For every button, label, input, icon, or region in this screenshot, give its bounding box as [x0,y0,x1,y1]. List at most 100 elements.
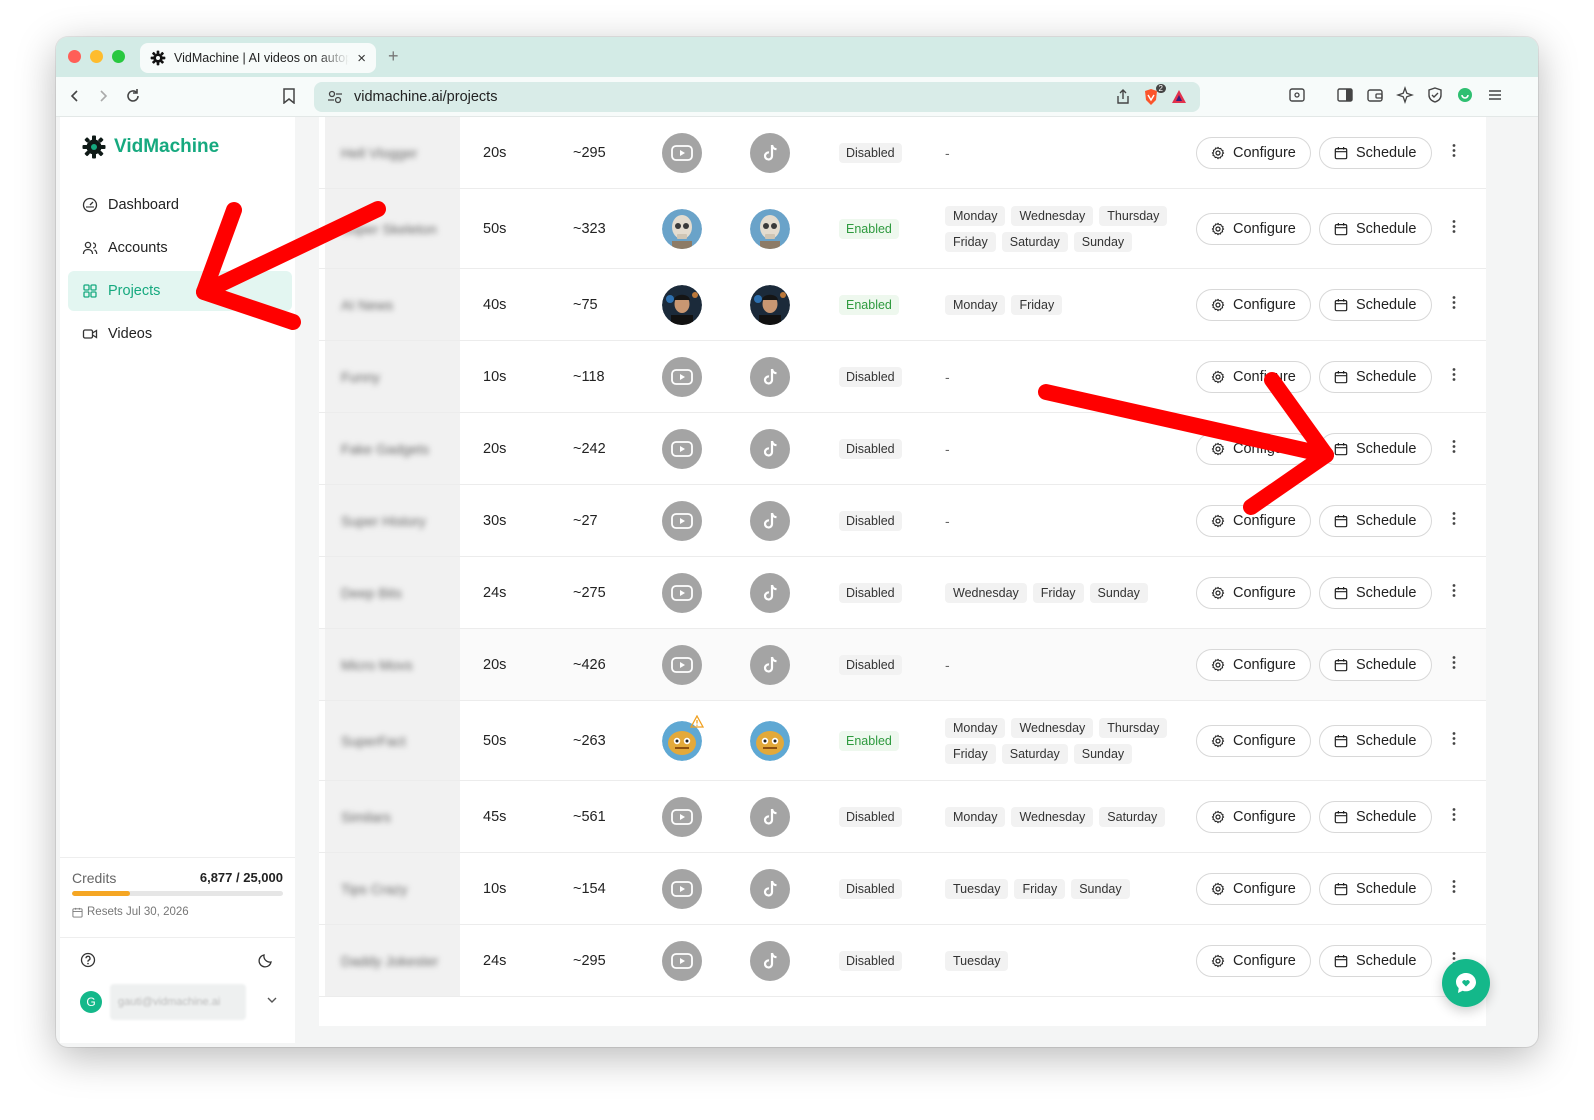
tiktok-icon[interactable] [750,644,790,685]
extension-icon[interactable] [1456,86,1474,109]
row-menu-button[interactable] [1452,511,1456,530]
tiktok-icon[interactable] [750,132,790,173]
configure-button[interactable]: Configure [1196,212,1311,245]
youtube-icon[interactable] [662,940,702,981]
row-menu-button[interactable] [1452,731,1456,750]
reload-icon[interactable] [122,85,144,107]
schedule-button[interactable]: Schedule [1319,576,1432,609]
share-icon[interactable] [1114,88,1132,106]
tiktok-icon[interactable] [750,796,790,837]
bookmark-icon[interactable] [278,85,300,107]
project-name-cell[interactable]: AI News [325,269,460,340]
configure-button[interactable]: Configure [1196,360,1311,393]
schedule-button[interactable]: Schedule [1319,360,1432,393]
tiktok-icon[interactable] [750,500,790,541]
back-icon[interactable] [64,85,86,107]
schedule-button[interactable]: Schedule [1319,432,1432,465]
row-menu-button[interactable] [1452,583,1456,602]
configure-button[interactable]: Configure [1196,136,1311,169]
brave-shields-icon[interactable]: 2 [1142,84,1166,106]
configure-button[interactable]: Configure [1196,288,1311,321]
row-menu-button[interactable] [1452,143,1456,162]
sidebar-item-projects[interactable]: Projects [68,271,292,311]
close-tab-icon[interactable]: × [357,50,366,67]
person-avatar[interactable] [750,284,790,325]
maximize-window-button[interactable] [112,50,125,63]
row-menu-button[interactable] [1452,439,1456,458]
project-name-cell[interactable]: Fake Gadgets [325,413,460,484]
configure-button[interactable]: Configure [1196,576,1311,609]
youtube-icon[interactable] [662,572,702,613]
sidebar-item-dashboard[interactable]: Dashboard [68,185,292,225]
reader-mode-icon[interactable] [1288,86,1306,109]
schedule-button[interactable]: Schedule [1319,212,1432,245]
person-avatar[interactable] [662,284,702,325]
configure-button[interactable]: Configure [1196,944,1311,977]
tiktok-icon[interactable] [750,868,790,909]
configure-button[interactable]: Configure [1196,504,1311,537]
youtube-icon[interactable] [662,868,702,909]
project-name-cell[interactable]: Hell Vlogger [325,117,460,188]
project-name-cell[interactable]: Super History [325,485,460,556]
schedule-button[interactable]: Schedule [1319,800,1432,833]
help-icon[interactable] [80,952,96,973]
youtube-icon[interactable] [662,132,702,173]
schedule-button[interactable]: Schedule [1319,136,1432,169]
configure-button[interactable]: Configure [1196,648,1311,681]
youtube-icon[interactable] [662,500,702,541]
mascot-avatar[interactable] [750,720,790,761]
configure-button[interactable]: Configure [1196,724,1311,757]
sidebar-item-accounts[interactable]: Accounts [68,228,292,268]
row-menu-button[interactable] [1452,879,1456,898]
youtube-icon[interactable] [662,796,702,837]
site-settings-icon[interactable] [326,88,344,106]
project-name-cell[interactable]: Funny [325,341,460,412]
tiktok-icon[interactable] [750,356,790,397]
row-menu-button[interactable] [1452,295,1456,314]
project-name-cell[interactable]: Tips Crazy [325,853,460,924]
brave-rewards-icon[interactable] [1170,88,1188,106]
configure-button[interactable]: Configure [1196,872,1311,905]
dark-mode-icon[interactable] [258,952,274,973]
sidebar-toggle-icon[interactable] [1336,86,1354,109]
schedule-button[interactable]: Schedule [1319,724,1432,757]
row-menu-button[interactable] [1452,807,1456,826]
forward-icon[interactable] [92,85,114,107]
schedule-button[interactable]: Schedule [1319,872,1432,905]
configure-button[interactable]: Configure [1196,432,1311,465]
vpn-shield-icon[interactable] [1426,86,1444,109]
address-bar[interactable]: vidmachine.ai/projects 2 [314,82,1200,112]
skeleton-avatar[interactable] [662,208,702,249]
youtube-icon[interactable] [662,644,702,685]
sidebar-item-videos[interactable]: Videos [68,314,292,354]
support-chat-button[interactable] [1442,959,1490,1007]
skeleton-avatar[interactable] [750,208,790,249]
minimize-window-button[interactable] [90,50,103,63]
close-window-button[interactable] [68,50,81,63]
schedule-button[interactable]: Schedule [1319,648,1432,681]
user-menu[interactable]: G gauti@vidmachine.ai [80,984,280,1020]
schedule-button[interactable]: Schedule [1319,944,1432,977]
project-name-cell[interactable]: Similars [325,781,460,852]
row-menu-button[interactable] [1452,219,1456,238]
wallet-icon[interactable] [1366,86,1384,109]
project-name-cell[interactable]: Daddy Jokester [325,925,460,996]
youtube-icon[interactable] [662,428,702,469]
project-name-cell[interactable]: Deep Bits [325,557,460,628]
schedule-button[interactable]: Schedule [1319,504,1432,537]
brand[interactable]: VidMachine [82,135,219,159]
project-name-cell[interactable]: Micro Movs [325,629,460,700]
project-name-cell[interactable]: Super Skeleton [325,189,460,268]
row-menu-button[interactable] [1452,367,1456,386]
tiktok-icon[interactable] [750,572,790,613]
browser-tab[interactable]: VidMachine | AI videos on autopilot × [140,43,376,73]
configure-button[interactable]: Configure [1196,800,1311,833]
new-tab-button[interactable]: + [388,46,399,67]
row-menu-button[interactable] [1452,655,1456,674]
project-name-cell[interactable]: SuperFact [325,701,460,780]
schedule-button[interactable]: Schedule [1319,288,1432,321]
youtube-icon[interactable] [662,356,702,397]
tiktok-icon[interactable] [750,428,790,469]
menu-icon[interactable] [1486,86,1504,109]
leo-ai-icon[interactable] [1396,86,1414,109]
